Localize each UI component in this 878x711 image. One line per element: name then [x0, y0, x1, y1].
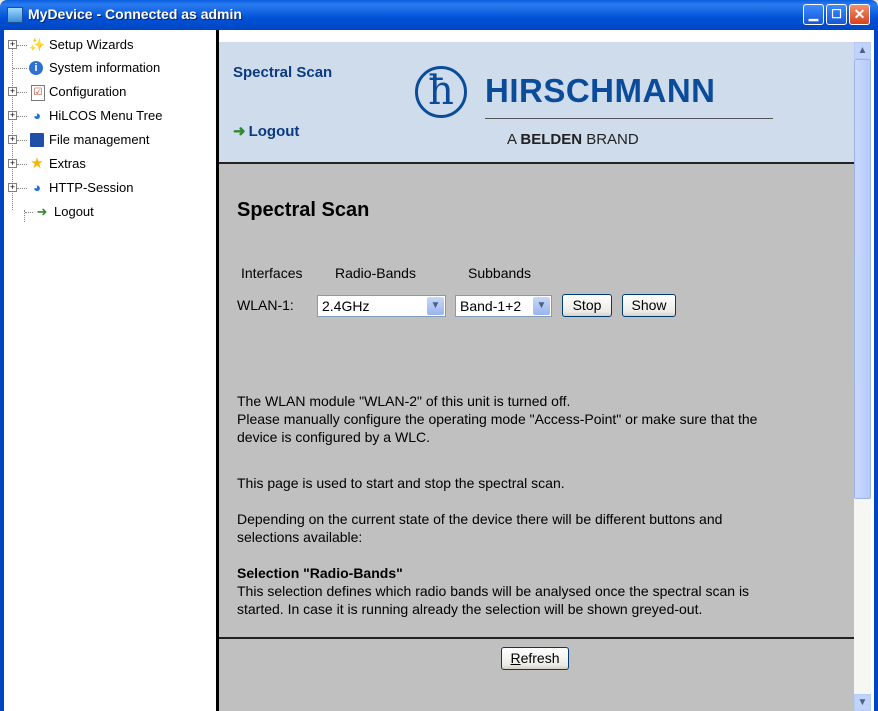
page-title: Spectral Scan	[237, 199, 370, 221]
selection-help-line: This selection defines which radio bands…	[237, 583, 750, 599]
star-icon: ★	[30, 155, 44, 172]
notice-line: Please manually configure the operating …	[237, 411, 758, 427]
header-title: Spectral Scan	[233, 64, 333, 81]
tree-connector	[17, 45, 27, 47]
stop-button[interactable]: Stop	[562, 294, 612, 317]
tree-item-extras[interactable]: + ★ Extras	[4, 154, 204, 176]
show-button[interactable]: Show	[622, 294, 676, 317]
scroll-up-button[interactable]: ▲	[854, 42, 871, 59]
tree-item-hilcos-menu-tree[interactable]: + ◕ HiLCOS Menu Tree	[4, 106, 204, 128]
subband-value: Band-1+2	[460, 298, 522, 314]
tree-item-label: System information	[49, 60, 161, 75]
chevron-down-icon[interactable]: ▼	[533, 297, 550, 315]
info-line: Depending on the current state of the de…	[237, 511, 723, 527]
brand-name: HIRSCHMANN	[485, 72, 716, 109]
scroll-down-button[interactable]: ▼	[854, 694, 871, 711]
notice-line: The WLAN module "WLAN-2" of this unit is…	[237, 393, 571, 409]
tree-item-http-session[interactable]: + ◕ HTTP-Session	[4, 178, 204, 200]
tree-item-label: Extras	[49, 156, 86, 171]
expand-icon[interactable]: +	[8, 135, 17, 144]
header-logout-label: Logout	[248, 123, 300, 140]
tree-item-setup-wizards[interactable]: + ✨ Setup Wizards	[4, 35, 204, 57]
tagline-prefix: A	[507, 131, 521, 148]
globe-icon: ◕	[33, 108, 41, 123]
app-icon	[7, 7, 23, 23]
navigation-tree: + ✨ Setup Wizards i System information +…	[4, 30, 216, 711]
floppy-icon	[30, 133, 44, 147]
hirschmann-logo-icon: ħ	[415, 66, 467, 118]
globe-icon: ◕	[33, 180, 41, 195]
tree-connector	[17, 92, 27, 94]
info-text: Depending on the current state of the de…	[237, 510, 837, 546]
selection-help: Selection "Radio-Bands" This selection d…	[237, 564, 837, 618]
refresh-button[interactable]: Refresh	[501, 647, 569, 670]
tree-item-configuration[interactable]: + ☑ Configuration	[4, 82, 204, 104]
column-header-interfaces: Interfaces	[241, 265, 303, 281]
minimize-icon: ▁	[808, 7, 819, 21]
maximize-button[interactable]: ☐	[826, 4, 847, 25]
scroll-thumb[interactable]	[854, 59, 871, 499]
tree-item-label: Logout	[54, 204, 94, 219]
header-logout-link[interactable]: ➜ Logout	[233, 122, 299, 140]
notice-text: The WLAN module "WLAN-2" of this unit is…	[237, 392, 837, 446]
info-line: selections available:	[237, 529, 363, 545]
expand-icon[interactable]: +	[8, 111, 17, 120]
tree-item-label: HTTP-Session	[49, 180, 134, 195]
radio-band-value: 2.4GHz	[322, 298, 370, 314]
main-panel: Spectral Scan Interfaces Radio-Bands Sub…	[219, 164, 854, 637]
tree-item-label: Configuration	[49, 84, 127, 99]
tree-connector	[13, 68, 27, 70]
refresh-accelerator: R	[510, 650, 521, 666]
config-icon: ☑	[31, 85, 45, 101]
tree-item-logout[interactable]: ➜ Logout	[4, 202, 204, 224]
tree-connector	[17, 164, 27, 166]
chevron-down-icon[interactable]: ▼	[427, 297, 444, 315]
tagline-suffix: BRAND	[582, 131, 639, 148]
tree-item-file-management[interactable]: + File management	[4, 130, 204, 152]
radio-band-select[interactable]: 2.4GHz ▼	[317, 295, 446, 317]
info-icon: i	[29, 61, 43, 75]
logo-rule	[485, 118, 773, 119]
chevron-up-icon: ▲	[857, 45, 868, 56]
notice-line: device is configured by a WLC.	[237, 429, 430, 445]
wlan-interface-label: WLAN-1:	[237, 297, 294, 313]
tree-item-label: HiLCOS Menu Tree	[49, 108, 163, 123]
content-pane: Spectral Scan ➜ Logout ħ HIRSCHMANN A BEL…	[219, 42, 854, 711]
expand-icon[interactable]: +	[8, 159, 17, 168]
tree-connector	[25, 212, 33, 214]
column-header-subbands: Subbands	[468, 265, 532, 281]
tagline-bold: BELDEN	[520, 131, 583, 148]
logout-icon: ➜	[233, 123, 246, 140]
close-button[interactable]: ✕	[849, 4, 870, 25]
page-header: Spectral Scan ➜ Logout ħ HIRSCHMANN A BEL…	[219, 42, 854, 164]
expand-icon[interactable]: +	[8, 87, 17, 96]
tree-connector	[17, 140, 27, 142]
window-title-bar[interactable]: MyDevice - Connected as admin ▁ ☐ ✕	[0, 0, 878, 30]
close-icon: ✕	[853, 6, 866, 22]
minimize-button[interactable]: ▁	[803, 4, 824, 25]
info-text: This page is used to start and stop the …	[237, 475, 565, 491]
maximize-icon: ☐	[831, 7, 842, 21]
wand-icon: ✨	[29, 37, 46, 52]
tree-connector	[17, 188, 27, 190]
tree-item-label: File management	[49, 132, 150, 147]
window-title: MyDevice - Connected as admin	[28, 6, 242, 22]
tree-item-label: Setup Wizards	[49, 37, 134, 52]
tree-connector	[17, 116, 27, 118]
expand-icon[interactable]: +	[8, 40, 17, 49]
chevron-down-icon: ▼	[857, 697, 868, 708]
brand-tagline: A BELDEN BRAND	[507, 131, 639, 148]
logout-icon: ➜	[36, 204, 48, 219]
selection-help-title: Selection "Radio-Bands"	[237, 565, 403, 581]
selection-help-line: started. In case it is running already t…	[237, 601, 703, 617]
subband-select[interactable]: Band-1+2 ▼	[455, 295, 552, 317]
refresh-label: efresh	[520, 650, 560, 666]
expand-icon[interactable]: +	[8, 183, 17, 192]
column-header-radio-bands: Radio-Bands	[335, 265, 416, 281]
vertical-scrollbar[interactable]: ▲ ▼	[854, 42, 871, 711]
page-footer: Refresh	[219, 637, 854, 711]
tree-item-system-information[interactable]: i System information	[4, 58, 204, 80]
